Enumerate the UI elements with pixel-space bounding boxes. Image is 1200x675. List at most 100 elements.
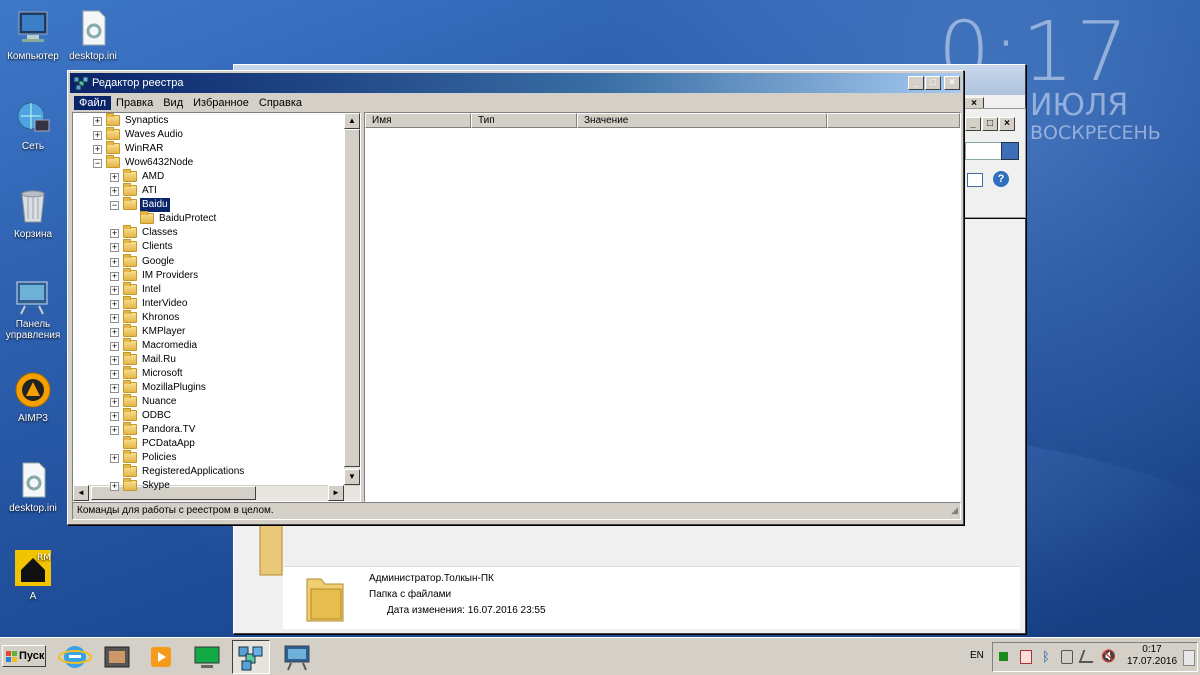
pane-toggle-icon[interactable]: [967, 173, 983, 187]
expand-icon[interactable]: +: [110, 187, 119, 197]
tree-node-label: Microsoft: [142, 367, 183, 379]
tree-vertical-scrollbar[interactable]: ▲ ▼: [344, 113, 360, 485]
show-desktop-icon[interactable]: [1183, 650, 1195, 666]
network-status-icon[interactable]: [1078, 650, 1098, 663]
column-header-type[interactable]: Тип: [471, 113, 577, 128]
folder-icon: [123, 239, 137, 253]
details-type: Папка с файлами: [369, 589, 452, 600]
desktop-icon-recycle-bin[interactable]: Корзина: [0, 186, 66, 240]
tree-node-label: Macromedia: [142, 339, 198, 351]
expand-icon[interactable]: +: [110, 285, 119, 295]
taskbar-clock[interactable]: 0:17 17.07.2016: [1124, 644, 1180, 668]
resize-grip-icon[interactable]: ◢: [951, 502, 958, 518]
expand-icon[interactable]: +: [110, 355, 119, 365]
desktop-icon-label: Корзина: [13, 229, 53, 240]
menu-favorites[interactable]: Избранное: [188, 96, 254, 110]
expand-icon[interactable]: +: [110, 341, 119, 351]
language-indicator[interactable]: EN: [970, 650, 984, 661]
taskbar-control-panel-button[interactable]: [278, 640, 316, 674]
expand-icon[interactable]: +: [110, 271, 119, 281]
expand-icon[interactable]: +: [110, 243, 119, 253]
explorer2-search-input[interactable]: [965, 142, 1005, 160]
registry-values-list[interactable]: Имя Тип Значение: [364, 112, 961, 502]
start-button[interactable]: Пуск: [2, 645, 46, 667]
status-green-icon[interactable]: [999, 652, 1008, 661]
expand-icon[interactable]: +: [110, 482, 119, 492]
taskbar-regedit-button[interactable]: [232, 640, 270, 674]
collapse-icon[interactable]: −: [110, 201, 119, 211]
desktop-icon-control-panel[interactable]: Панель управления: [0, 276, 66, 341]
expand-icon[interactable]: +: [110, 454, 119, 464]
taskbar-ie-button[interactable]: [56, 640, 94, 674]
scroll-left-arrow-icon[interactable]: ◄: [73, 485, 89, 501]
tree-node-label: BaiduProtect: [159, 213, 217, 225]
explorer2-close-button[interactable]: ×: [999, 117, 1015, 131]
explorer2-maximize-button[interactable]: □: [982, 117, 998, 131]
gadget-clock-day: ВОСКРЕСЕНЬ: [1030, 122, 1161, 144]
desktop-icon-network[interactable]: Сеть: [0, 98, 66, 152]
desktop-icon-desktop-ini[interactable]: desktop.ini: [60, 8, 126, 62]
registry-tree[interactable]: ▲ ▼ ◄ ► + Synaptics + Waves Audio + WinRAR − Wo…: [72, 112, 361, 502]
expand-icon[interactable]: +: [93, 117, 102, 126]
internet-explorer-icon: [58, 646, 92, 668]
scroll-up-arrow-icon[interactable]: ▲: [344, 113, 360, 129]
taskbar-media-button[interactable]: [98, 640, 136, 674]
desktop-icon-desktop-ini-2[interactable]: desktop.ini: [0, 460, 66, 514]
start-label: Пуск: [19, 650, 45, 662]
media-player-icon: [151, 647, 171, 667]
details-modified: Дата изменения: 16.07.2016 23:55: [387, 605, 546, 616]
collapse-icon[interactable]: −: [93, 159, 102, 169]
close-button[interactable]: ×: [944, 76, 960, 90]
explorer2-minimize-button[interactable]: _: [965, 117, 981, 131]
expand-icon[interactable]: +: [110, 313, 119, 323]
tree-node-label: WinRAR: [125, 143, 164, 155]
expand-icon[interactable]: +: [93, 145, 102, 155]
menu-help[interactable]: Справка: [254, 96, 307, 110]
desktop-icon-label: Компьютер: [7, 51, 59, 62]
scroll-right-arrow-icon[interactable]: ►: [328, 485, 344, 501]
desktop-icon-label: Панель управления: [5, 319, 61, 341]
usb-device-icon[interactable]: [1061, 650, 1073, 664]
expand-icon[interactable]: +: [110, 257, 119, 267]
expand-icon[interactable]: +: [110, 299, 119, 309]
file-blocked-icon[interactable]: [1020, 650, 1032, 664]
maximize-button[interactable]: □: [925, 76, 941, 90]
expand-icon[interactable]: +: [110, 229, 119, 239]
column-header-name[interactable]: Имя: [365, 113, 471, 128]
desktop-icon-aimp3[interactable]: AIMP3: [0, 370, 66, 424]
menu-view[interactable]: Вид: [158, 96, 188, 110]
taskbar-cmd-button[interactable]: [188, 640, 226, 674]
computer-icon: [13, 8, 53, 48]
column-header-value[interactable]: Значение: [577, 113, 827, 128]
regedit-window[interactable]: Редактор реестра _ □ × Файл Правка Вид И…: [67, 70, 964, 525]
search-icon[interactable]: [1001, 142, 1019, 160]
expand-icon[interactable]: +: [110, 369, 119, 379]
desktop-icon-computer[interactable]: Компьютер: [0, 8, 66, 62]
expand-icon[interactable]: +: [110, 426, 119, 436]
tree-vscroll-thumb[interactable]: [344, 129, 360, 467]
expand-icon[interactable]: +: [110, 327, 119, 337]
menu-edit[interactable]: Правка: [111, 96, 158, 110]
desktop-icon-a[interactable]: RM A: [0, 548, 66, 602]
folder-icon: [303, 571, 347, 625]
minimize-button[interactable]: _: [908, 76, 924, 90]
expand-icon[interactable]: +: [93, 131, 102, 141]
help-icon[interactable]: ?: [993, 171, 1009, 187]
expand-icon[interactable]: +: [110, 398, 119, 407]
menu-file[interactable]: Файл: [74, 95, 112, 110]
folder-icon: [123, 436, 137, 450]
scroll-down-arrow-icon[interactable]: ▼: [344, 469, 360, 485]
bluetooth-icon[interactable]: ᛒ: [1042, 649, 1050, 664]
desktop-icon-label: desktop.ini: [9, 503, 57, 514]
regedit-menubar: Файл Правка Вид Избранное Справка: [70, 93, 961, 112]
details-name: Администратор.Толкын-ПК: [369, 573, 494, 584]
taskbar-player-button[interactable]: [142, 640, 180, 674]
regedit-titlebar[interactable]: Редактор реестра _ □ ×: [70, 73, 961, 93]
volume-muted-icon[interactable]: 🔇: [1101, 649, 1116, 663]
expand-icon[interactable]: +: [110, 173, 119, 183]
folder-icon: [123, 225, 137, 239]
expand-icon[interactable]: +: [110, 412, 119, 422]
expand-icon[interactable]: +: [110, 383, 119, 393]
tree-node-label: Intel: [142, 283, 161, 295]
explorer-window-secondary[interactable]: _ □ × ?: [964, 108, 1026, 218]
